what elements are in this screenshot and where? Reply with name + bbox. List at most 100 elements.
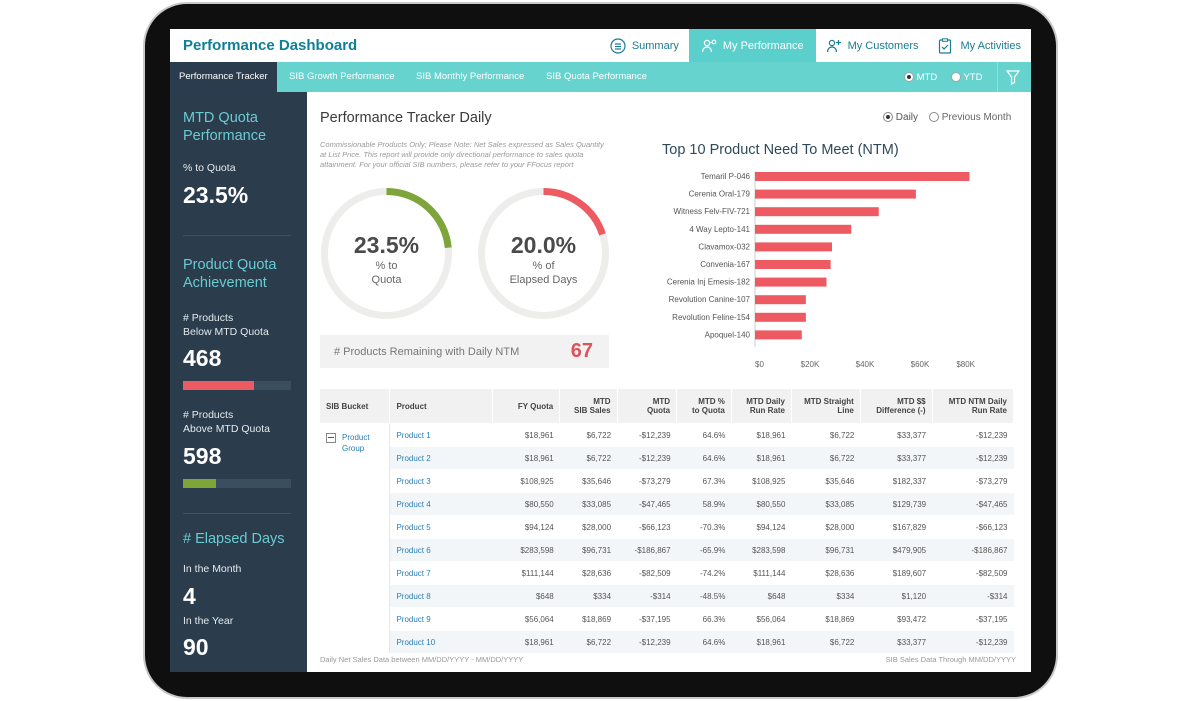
chart-bar[interactable] xyxy=(755,224,852,234)
product-link[interactable]: Product 5 xyxy=(389,515,493,539)
dashboard-screen: Performance Dashboard Summary My Perform… xyxy=(170,29,1031,672)
table-row[interactable]: Product 5 $94,124 $28,000 -$66,123 -70.3% $94… xyxy=(320,515,1014,539)
elapsed-month-label: In the Month xyxy=(183,563,242,575)
chart-category-label: Convenia-167 xyxy=(700,260,750,269)
nav-my-activities[interactable]: My Activities xyxy=(928,29,1031,62)
column-header-line-1: MTD Daily xyxy=(746,397,785,406)
bucket-line-2: Group xyxy=(342,444,365,453)
table-row[interactable]: Product 10 $18,961 $6,722 -$12,239 64.6% $18,… xyxy=(320,630,1014,653)
column-header[interactable]: Product xyxy=(389,389,494,424)
chart-bar[interactable] xyxy=(755,312,806,322)
products-remaining-box: # Products Remaining with Daily NTM 67 xyxy=(320,335,609,368)
column-header-line-1: MTD NTM Daily xyxy=(948,397,1007,406)
column-header-line-2: Run Rate xyxy=(971,406,1007,415)
nav-summary[interactable]: Summary xyxy=(600,29,689,62)
table-row[interactable]: Product Group Product 1 $18,961 $6,722 -$12,2… xyxy=(320,423,1014,653)
tab-sib-monthly[interactable]: SIB Monthly Performance xyxy=(416,62,524,92)
table-cell-quota: -$37,195 xyxy=(617,607,677,631)
table-cell-line: $35,646 xyxy=(791,469,861,493)
chart-category-label: Revolution Feline-154 xyxy=(672,313,750,322)
elapsed-year-value: 90 xyxy=(183,634,209,660)
column-header[interactable]: MTD $$ Difference (-) xyxy=(860,389,933,424)
filter-icon[interactable] xyxy=(1005,69,1021,90)
chart-bar[interactable] xyxy=(755,189,916,199)
column-header[interactable]: MTD % to Quota xyxy=(676,389,732,424)
mtd-option[interactable]: MTD xyxy=(904,72,937,83)
column-header-line-1: MTD $$ xyxy=(897,397,926,406)
mtd-radio[interactable] xyxy=(904,72,914,83)
collapse-icon[interactable] xyxy=(326,433,336,443)
bucket-link[interactable]: Product Group xyxy=(342,432,370,454)
chart-category-label: Cerenia Oral-179 xyxy=(689,190,751,199)
quota-donut-text: 23.5% % to Quota xyxy=(320,232,453,287)
ytd-radio[interactable] xyxy=(951,72,961,83)
nav-my-performance[interactable]: My Performance xyxy=(688,29,816,62)
column-header[interactable]: MTD Daily Run Rate xyxy=(731,389,792,424)
column-header[interactable]: MTD Straight Line xyxy=(791,389,861,424)
tab-sib-growth[interactable]: SIB Growth Performance xyxy=(289,62,395,92)
previous-month-option[interactable]: Previous Month xyxy=(929,112,1011,123)
product-link[interactable]: Product 6 xyxy=(389,538,493,562)
product-link[interactable]: Product 3 xyxy=(389,469,493,493)
chart-category-label: 4 Way Lepto-141 xyxy=(689,225,750,234)
chart-bar[interactable] xyxy=(755,277,827,287)
nav-my-customers[interactable]: My Customers xyxy=(816,29,929,62)
list-icon xyxy=(610,37,626,54)
column-header[interactable]: SIB Bucket xyxy=(320,389,391,424)
tab-performance-tracker[interactable]: Performance Tracker xyxy=(170,62,277,92)
column-header[interactable]: MTD SIB Sales xyxy=(559,389,618,424)
daily-option[interactable]: Daily xyxy=(883,112,918,123)
table-cell-diff: $189,607 xyxy=(860,561,933,585)
previous-month-radio[interactable] xyxy=(929,112,939,123)
table-cell-pct: 64.6% xyxy=(676,446,732,470)
ytd-option[interactable]: YTD xyxy=(951,72,982,83)
table-row[interactable]: Product 8 $648 $334 -$314 -48.5% $648 $334 $1,1… xyxy=(320,584,1014,608)
product-link[interactable]: Product 8 xyxy=(389,584,493,608)
product-link[interactable]: Product 2 xyxy=(389,446,493,470)
elapsed-days-heading: # Elapsed Days xyxy=(183,531,285,547)
chart-bar[interactable] xyxy=(755,330,802,340)
table-cell-run: $283,598 xyxy=(731,538,792,562)
tab-sib-quota[interactable]: SIB Quota Performance xyxy=(546,62,647,92)
table-cell-ntm: -$37,195 xyxy=(932,607,1014,631)
table-cell-pct: 58.9% xyxy=(676,492,732,516)
chart-bar[interactable] xyxy=(755,295,806,305)
column-header-line-1: MTD Straight xyxy=(804,397,854,406)
above-quota-value: 598 xyxy=(183,443,222,469)
chart-bar[interactable] xyxy=(755,260,831,269)
column-header[interactable]: FY Quota xyxy=(492,389,561,424)
elapsed-year-label: In the Year xyxy=(183,615,234,627)
column-header-line-1: Product xyxy=(396,401,427,411)
product-link[interactable]: Product 9 xyxy=(389,607,493,631)
table-row[interactable]: Product 3 $108,925 $35,646 -$73,279 67.3% $10… xyxy=(320,469,1014,493)
daily-radio[interactable] xyxy=(883,112,893,123)
column-header[interactable]: MTD Quota xyxy=(617,389,678,424)
table-row[interactable]: Product 2 $18,961 $6,722 -$12,239 64.6% $18,9… xyxy=(320,446,1014,470)
table-row[interactable]: Product 7 $111,144 $28,636 -$82,509 -74.2% $1… xyxy=(320,561,1014,585)
mtd-quota-value: 23.5% xyxy=(183,182,249,208)
table-cell-run: $111,144 xyxy=(731,561,792,585)
product-link[interactable]: Product 7 xyxy=(389,561,493,585)
table-cell-line: $6,722 xyxy=(791,423,861,447)
product-link[interactable]: Product 4 xyxy=(389,492,493,516)
chart-bar[interactable] xyxy=(755,172,970,181)
product-link[interactable]: Product 10 xyxy=(389,630,493,653)
table-row[interactable]: Product 6 $283,598 $96,731 -$186,867 -65.9% $… xyxy=(320,538,1014,562)
chart-bar[interactable] xyxy=(755,242,832,252)
table-cell-pct: -65.9% xyxy=(676,538,732,562)
table-cell-quota: -$73,279 xyxy=(617,469,677,493)
table-cell-sales: $6,722 xyxy=(559,630,618,653)
table-cell-quota: -$186,867 xyxy=(617,538,677,562)
table-cell-fy: $283,598 xyxy=(492,538,560,562)
column-header-line-2: Line xyxy=(837,406,854,415)
table-cell-diff: $93,472 xyxy=(860,607,933,631)
column-header[interactable]: MTD NTM Daily Run Rate xyxy=(932,389,1015,424)
chart-category-label: Revolution Canine-107 xyxy=(669,295,751,304)
table-cell-fy: $56,064 xyxy=(492,607,560,631)
chart-bar[interactable] xyxy=(755,207,879,217)
sidebar-divider xyxy=(183,235,291,236)
table-row[interactable]: Product 4 $80,550 $33,085 -$47,465 58.9% $80,… xyxy=(320,492,1014,516)
product-link[interactable]: Product 1 xyxy=(389,423,493,447)
table-row[interactable]: Product 9 $56,064 $18,869 -$37,195 66.3% $56,… xyxy=(320,607,1014,631)
column-header-line-1: MTD xyxy=(593,397,611,406)
